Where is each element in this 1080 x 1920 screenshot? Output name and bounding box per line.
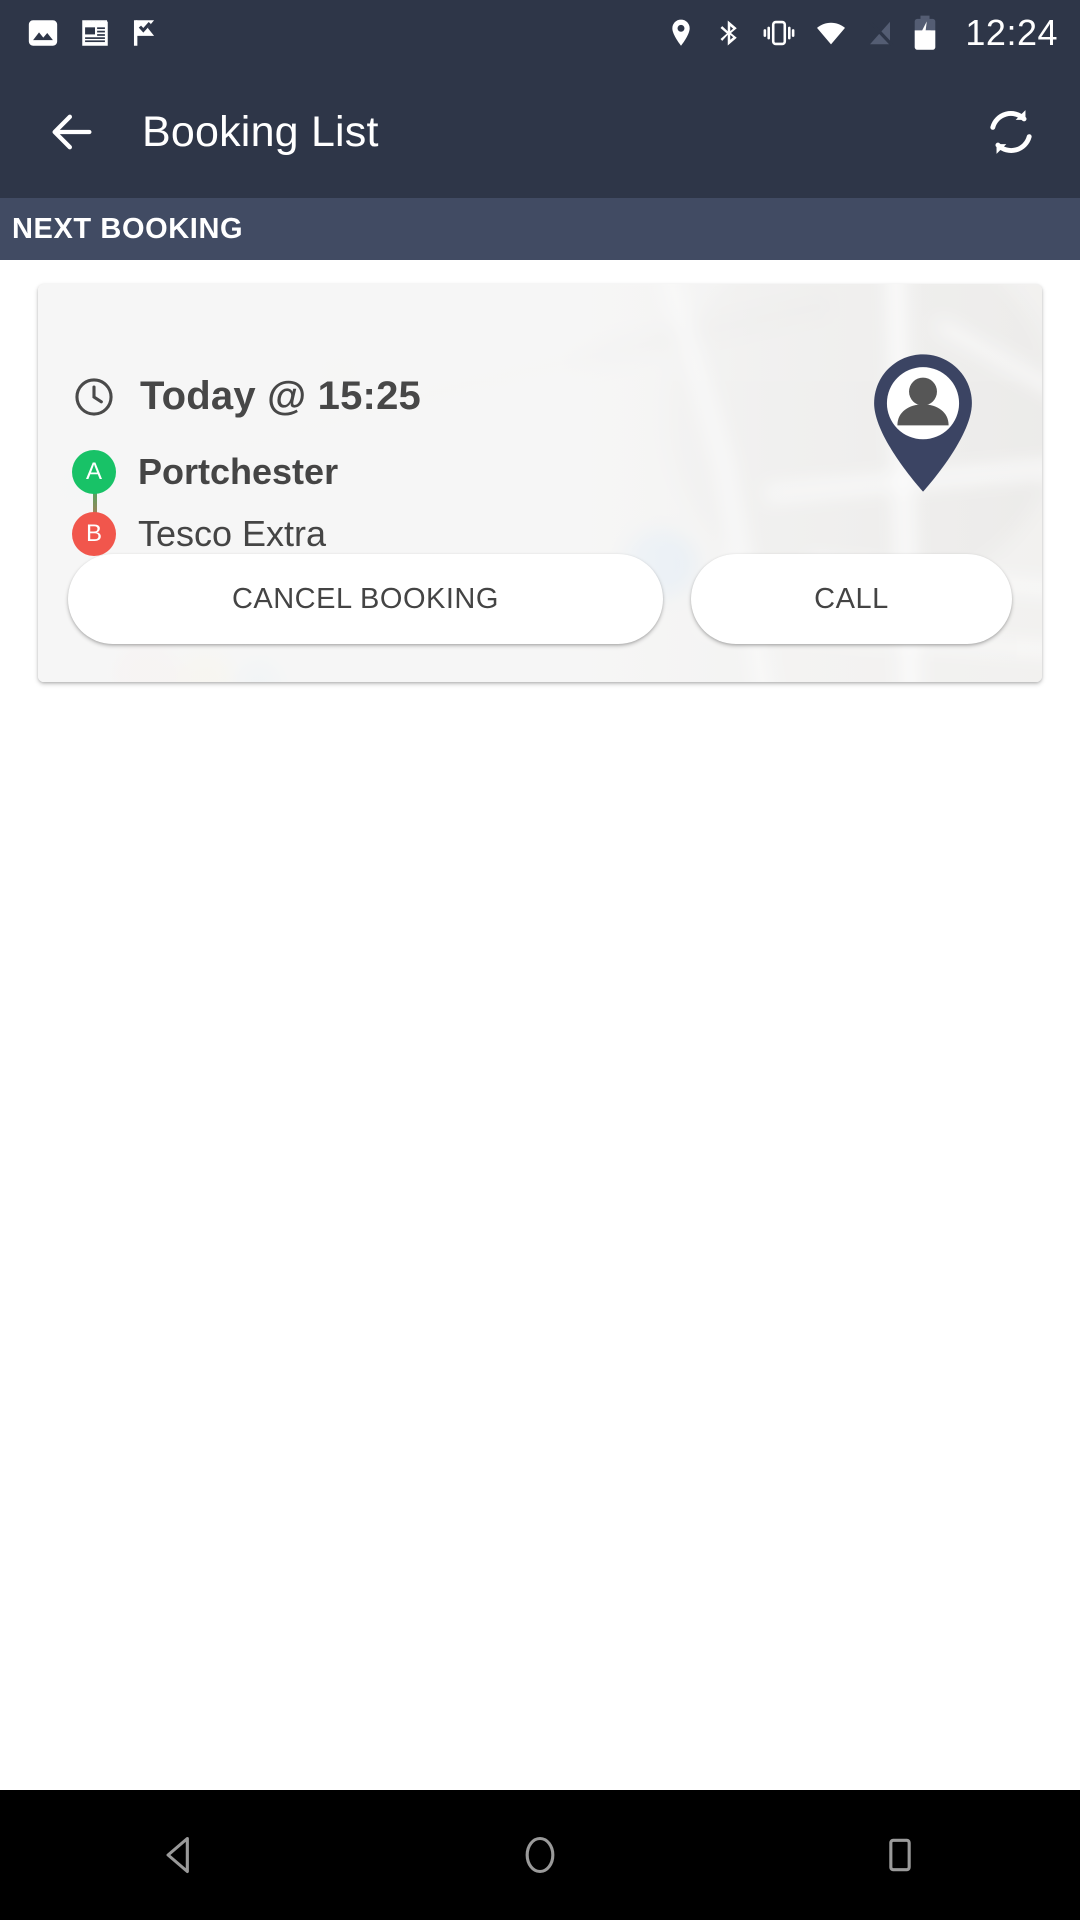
section-header-label: NEXT BOOKING: [12, 212, 244, 245]
phone-screen: 12:24 Booking List NEXT BOOKING Today @ …: [0, 0, 1080, 1920]
image-icon: [28, 20, 58, 46]
clock-icon: [75, 377, 113, 416]
home-circle-icon: [525, 1836, 555, 1874]
booking-list-content: Today @ 15:25 A Portchester B Tesco Extr…: [0, 260, 1080, 1790]
pickup-marker-a: A: [72, 450, 116, 494]
checkmark-flag-icon: [133, 20, 155, 46]
wifi-icon: [817, 22, 846, 45]
cancel-booking-button[interactable]: CANCEL BOOKING: [68, 554, 663, 644]
page-title: Booking List: [142, 107, 379, 156]
status-bar: 12:24: [0, 0, 1080, 66]
refresh-icon: [990, 110, 1032, 154]
back-button[interactable]: [40, 100, 104, 164]
app-bar: Booking List: [0, 66, 1080, 198]
status-bar-right-icons: 12:24: [665, 12, 1058, 54]
dropoff-label: Tesco Extra: [138, 513, 327, 554]
passenger-avatar-pin-icon: [874, 354, 972, 492]
booking-actions: CANCEL BOOKING CALL: [68, 554, 1012, 644]
bluetooth-icon: [720, 20, 738, 46]
signal-off-icon: [867, 19, 895, 47]
nav-home-button[interactable]: [480, 1810, 600, 1900]
next-booking-card[interactable]: Today @ 15:25 A Portchester B Tesco Extr…: [38, 284, 1042, 682]
back-triangle-icon: [166, 1836, 189, 1874]
android-navigation-bar: [0, 1790, 1080, 1920]
news-icon: [82, 20, 108, 46]
back-arrow-icon: [52, 114, 92, 150]
recents-square-icon: [889, 1838, 911, 1872]
booking-time: Today @ 15:25: [140, 374, 421, 418]
call-button[interactable]: CALL: [690, 554, 1012, 644]
pickup-label: Portchester: [138, 451, 339, 492]
battery-charging-icon: [915, 15, 936, 50]
dropoff-marker-b: B: [72, 512, 116, 556]
nav-back-button[interactable]: [120, 1810, 240, 1900]
refresh-button[interactable]: [976, 97, 1046, 167]
status-bar-left-icons: [26, 16, 164, 50]
nav-recents-button[interactable]: [840, 1810, 960, 1900]
location-pin-icon: [672, 19, 691, 46]
status-bar-clock: 12:24: [965, 12, 1058, 53]
vibrate-icon: [763, 20, 795, 46]
section-header-next-booking: NEXT BOOKING: [0, 198, 1080, 260]
